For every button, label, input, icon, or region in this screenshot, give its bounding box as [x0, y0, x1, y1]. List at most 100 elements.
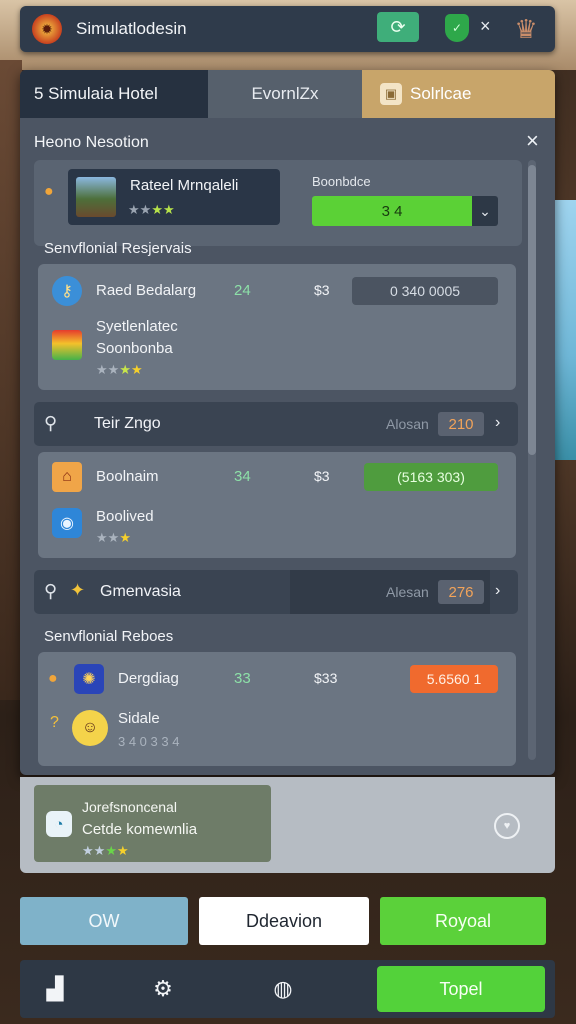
- reservation-card: ⚷ Raed Bedalarg 24 $3 0 340 0005 ▤ Syetl…: [38, 264, 516, 390]
- item-value-button[interactable]: 0 340 0005: [352, 277, 498, 305]
- search-row-badge: 276: [438, 580, 484, 604]
- list-item[interactable]: ◉ Boolived ★★★: [38, 504, 516, 554]
- detail-rating: ★★★★: [82, 843, 129, 859]
- detail-panel: ◔ Jorefsnoncenal Cetde komewnlia ★★★★ ♥: [20, 777, 555, 873]
- section-title: Heono Nesotion: [34, 134, 149, 151]
- item-name: Boolived: [96, 508, 154, 525]
- hotel-info[interactable]: Rateel Mrnqaleli ★★★★: [68, 169, 280, 225]
- search-row-badge: 210: [438, 412, 484, 436]
- detail-subtitle: Cetde komewnlia: [82, 821, 198, 838]
- royal-button[interactable]: Royoal: [380, 897, 546, 945]
- emblem-icon[interactable]: ✹: [32, 14, 62, 44]
- search-icon: ⚲: [44, 413, 58, 433]
- chat-icon: ◉: [52, 508, 82, 538]
- house-icon: ⌂: [52, 462, 82, 492]
- hotel-card: ● Rateel Mrnqaleli ★★★★ Boonbdce 3 4 ⌄: [34, 160, 522, 246]
- deactivate-button[interactable]: Ddeavion: [199, 897, 369, 945]
- refresh-icon[interactable]: ⟳: [377, 12, 419, 42]
- chevron-down-icon: ⌄: [472, 196, 498, 226]
- item-price: $3: [314, 468, 330, 484]
- tab-services-label: Solrlcae: [410, 84, 472, 103]
- list-item[interactable]: ▤ Syetlenlatec Soonbonba ★★★★: [38, 316, 516, 386]
- section3-title: Senvflonial Reboes: [44, 628, 174, 645]
- tab-events[interactable]: EvornlZx: [208, 70, 362, 118]
- tab-services[interactable]: ▣ Solrlcae: [362, 70, 555, 118]
- gear-icon[interactable]: ⚙: [146, 972, 180, 1006]
- chevron-right-icon[interactable]: ›: [495, 582, 500, 600]
- building-icon[interactable]: ▟: [38, 972, 72, 1006]
- item-count: 34: [234, 468, 251, 485]
- scrollbar-thumb[interactable]: [528, 165, 536, 455]
- hotel-thumbnail: [76, 177, 116, 217]
- chat-bubble-icon: ◔: [46, 811, 72, 837]
- stars-gray: ★★: [82, 843, 106, 858]
- go-button[interactable]: Topel: [377, 966, 545, 1012]
- app-title: Simulatlodesin: [76, 19, 187, 38]
- stars-yellow: ★: [116, 843, 129, 858]
- section1-title: Senvflonial Resjervais: [44, 240, 192, 257]
- action-bar: OW Ddeavion Royoal: [20, 897, 555, 945]
- close-icon[interactable]: ×: [526, 128, 539, 154]
- service-icon: ▣: [380, 83, 402, 105]
- list-item[interactable]: ● ✺ Dergdiag 33 $33 5.6560 1: [38, 662, 516, 696]
- stars-gray: ★★: [96, 362, 120, 377]
- hotel-name: Rateel Mrnqaleli: [130, 177, 239, 194]
- stars-green: ★★: [151, 202, 175, 217]
- select-value: 3 4: [312, 196, 472, 226]
- search-row-hint: Alosan: [386, 416, 429, 432]
- chevron-right-icon[interactable]: ›: [495, 414, 500, 432]
- search-row-hint: Alesan: [386, 584, 429, 600]
- list-item[interactable]: ? ☺ Sidale 3 4 0 3 3 4: [38, 706, 516, 764]
- scrollbar[interactable]: [528, 160, 536, 760]
- character-icon: ☺: [72, 710, 108, 746]
- badge-icon[interactable]: ◍: [266, 972, 300, 1006]
- list-item[interactable]: ⚷ Raed Bedalarg 24 $3 0 340 0005: [38, 274, 516, 308]
- item-name: Sidale: [118, 710, 160, 727]
- search-row-name: Gmenvasia: [100, 583, 181, 600]
- item-name: Raed Bedalarg: [96, 282, 197, 299]
- top-bar: ✹ Simulatlodesin ⟳ ✓ × ♛: [20, 6, 555, 52]
- background-wall: [0, 60, 22, 700]
- select-label: Boonbdce: [312, 174, 371, 189]
- location-pin-icon: ●: [44, 183, 54, 200]
- bottom-nav: ▟ ⚙ ◍ Topel: [20, 960, 555, 1018]
- shield-icon[interactable]: ✓: [445, 14, 469, 42]
- stars-gray: ★★: [96, 530, 120, 545]
- item-rating: ★★★: [96, 530, 131, 546]
- question-icon: ?: [50, 714, 59, 731]
- list-item[interactable]: ⌂ Boolnaim 34 $3 (5163 303): [38, 460, 516, 494]
- hotel-rating: ★★★★: [128, 202, 175, 218]
- pin-icon: ●: [48, 670, 58, 687]
- ok-button[interactable]: OW: [20, 897, 188, 945]
- reservation-card: ⌂ Boolnaim 34 $3 (5163 303) ◉ Boolived ★…: [38, 452, 516, 558]
- item-count: 24: [234, 282, 251, 299]
- detail-title: Jorefsnoncenal: [82, 799, 177, 815]
- search-row-name: Teir Zngo: [94, 415, 161, 432]
- item-subvalue: 3 4 0 3 3 4: [118, 734, 180, 749]
- reservation-panel: 5 Simulaia Hotel EvornlZx ▣ Solrlcae Heo…: [20, 70, 555, 775]
- stars-yellow: ★: [119, 530, 131, 545]
- tab-hotel[interactable]: 5 Simulaia Hotel: [20, 70, 208, 118]
- item-price: $33: [314, 670, 338, 686]
- item-action-button[interactable]: 5.6560 1: [410, 665, 498, 693]
- favorite-icon[interactable]: ♥: [494, 813, 520, 839]
- item-price: $3: [314, 282, 330, 298]
- search-row[interactable]: ⚲ Teir Zngo Alosan 210 ›: [34, 402, 518, 446]
- item-confirm-button[interactable]: (5163 303): [364, 463, 498, 491]
- close-icon[interactable]: ×: [480, 16, 491, 37]
- stars-green: ★: [105, 843, 117, 858]
- globe-icon: ✺: [74, 664, 104, 694]
- detail-card[interactable]: ◔ Jorefsnoncenal Cetde komewnlia ★★★★: [34, 785, 271, 862]
- stars-green: ★: [119, 362, 131, 377]
- key-icon: ⚷: [52, 276, 82, 306]
- reservation-card: ● ✺ Dergdiag 33 $33 5.6560 1 ? ☺ Sidale …: [38, 652, 516, 766]
- item-rating: ★★★★: [96, 362, 143, 378]
- item-name-line2: Soonbonba: [96, 340, 173, 357]
- item-count: 33: [234, 670, 251, 687]
- crest-icon[interactable]: ♛: [508, 12, 544, 46]
- item-name: Dergdiag: [118, 670, 179, 687]
- tab-bar: 5 Simulaia Hotel EvornlZx ▣ Solrlcae: [20, 70, 555, 118]
- room-select[interactable]: 3 4 ⌄: [312, 196, 498, 226]
- star-badge-icon: ✦: [70, 580, 86, 600]
- search-row[interactable]: ⚲ ✦ Gmenvasia Alesan 276 ›: [34, 570, 518, 614]
